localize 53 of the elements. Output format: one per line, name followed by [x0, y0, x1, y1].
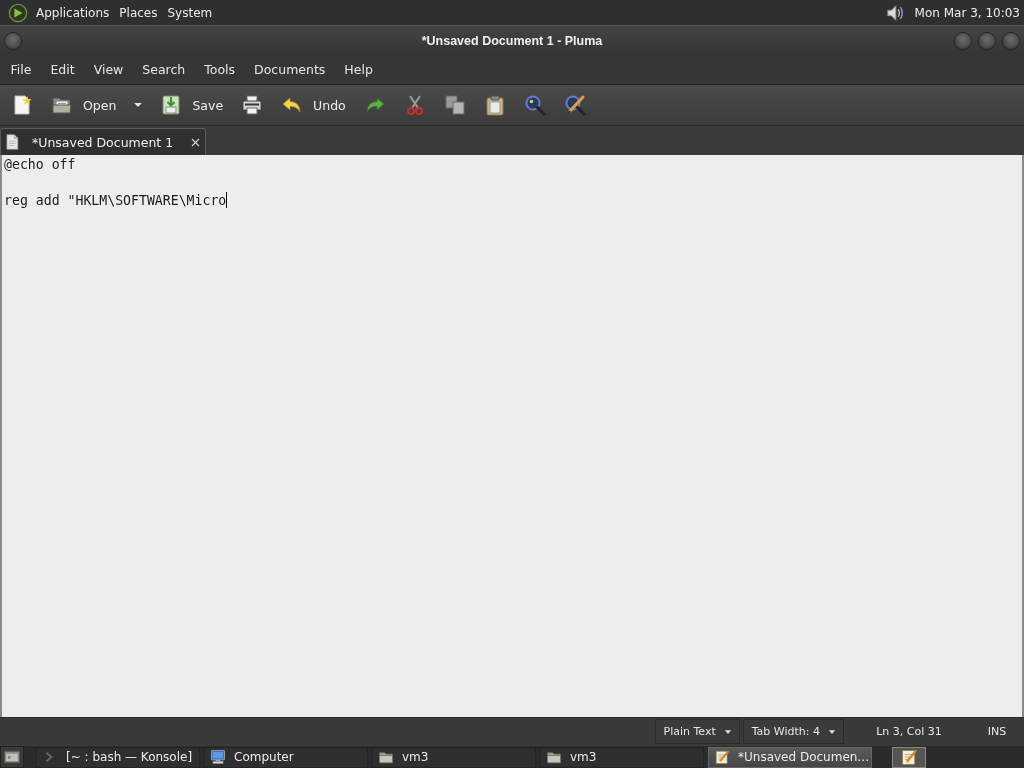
copy-icon — [443, 94, 466, 116]
show-desktop-button[interactable] — [0, 746, 24, 768]
editor-area[interactable]: @echo off reg add "HKLM\SOFTWARE\Micro — [0, 155, 1024, 717]
save-button[interactable]: Save — [151, 88, 233, 122]
close-icon — [189, 136, 201, 148]
language-dropdown[interactable]: Plain Text — [654, 719, 740, 744]
panel-menu[interactable]: System — [162, 5, 218, 20]
notepad-icon — [714, 749, 730, 765]
task-button[interactable]: vm3 — [540, 746, 704, 768]
logo-icon — [8, 2, 28, 23]
menu-item[interactable]: View — [84, 62, 133, 77]
undo-button[interactable]: Undo — [272, 88, 355, 122]
task-button[interactable]: *Unsaved Documen… — [708, 746, 872, 768]
menu-item[interactable]: Tools — [194, 62, 245, 77]
folder-icon — [51, 94, 73, 116]
close-button[interactable] — [1002, 31, 1020, 50]
task-button[interactable]: vm3 — [372, 746, 536, 768]
save-icon — [160, 94, 183, 116]
insert-mode: INS — [986, 725, 1008, 738]
text-cursor — [226, 192, 228, 208]
folder-icon — [378, 749, 394, 765]
search-pencil-icon — [563, 94, 586, 116]
workspace-button[interactable] — [892, 746, 926, 768]
window-menu-button[interactable] — [4, 31, 22, 50]
tab-width-dropdown[interactable]: Tab Width: 4 — [742, 719, 844, 744]
minimize-button[interactable] — [954, 31, 972, 50]
menu-item[interactable]: Documents — [244, 62, 335, 77]
menu-item[interactable]: File — [1, 62, 41, 77]
folder-icon — [546, 749, 562, 765]
printer-icon — [241, 94, 264, 116]
tab-label: *Unsaved Document 1 — [31, 134, 175, 150]
menu-item[interactable]: Help — [334, 62, 383, 77]
clock[interactable]: Mon Mar 3, 10:03 — [914, 5, 1020, 20]
notepad-icon — [900, 748, 918, 766]
document-icon — [4, 134, 20, 150]
menu-item[interactable]: Edit — [40, 62, 85, 77]
maximize-button[interactable] — [978, 31, 996, 50]
menu-item[interactable]: Search — [132, 62, 195, 77]
open-button[interactable]: Open — [42, 88, 126, 122]
search-icon — [523, 94, 546, 116]
new-page-icon — [11, 94, 33, 116]
panel-menu[interactable]: Applications — [31, 5, 115, 20]
desktop-icon — [3, 748, 21, 766]
document-tab[interactable]: *Unsaved Document 1 — [0, 128, 206, 155]
window-title: *Unsaved Document 1 - Pluma — [421, 33, 603, 48]
speaker-icon — [884, 2, 905, 23]
computer-icon — [210, 749, 226, 765]
task-button[interactable]: [~ : bash — Konsole] — [36, 746, 200, 768]
clipboard-icon — [483, 94, 506, 116]
task-button[interactable]: Computer — [204, 746, 368, 768]
panel-menu[interactable]: Places — [114, 5, 163, 20]
cursor-position: Ln 3, Col 31 — [875, 725, 943, 738]
editor-text: @echo off reg add "HKLM\SOFTWARE\Micro — [4, 157, 227, 208]
